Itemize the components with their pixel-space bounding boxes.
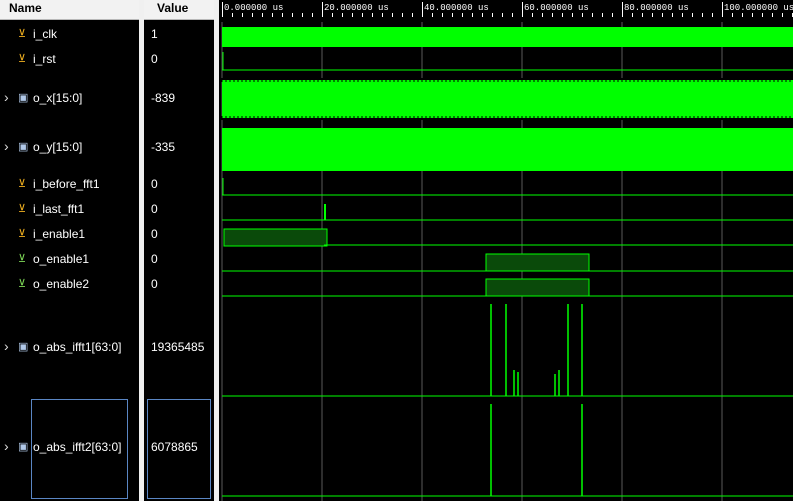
bit-input-icon: ⊻ [18, 53, 27, 65]
bit-input-icon: ⊻ [18, 178, 27, 190]
signal-value: 0 [151, 202, 158, 216]
signal-name: o_enable1 [33, 252, 90, 266]
ruler-label: 100.000000 us [724, 3, 793, 13]
name-selection-box [31, 399, 128, 499]
signal-value: 0 [151, 252, 158, 266]
bus-icon: ▣ [18, 341, 29, 353]
column-header-value[interactable]: Value [144, 0, 214, 20]
signal-value: 0 [151, 52, 158, 66]
bus-icon: ▣ [18, 441, 29, 453]
bus-icon: ▣ [18, 141, 29, 153]
signal-value: 1 [151, 27, 158, 41]
bit-output-icon: ⊻ [18, 253, 27, 265]
signal-name: i_enable1 [33, 227, 86, 241]
column-header-name-label: Name [9, 1, 42, 15]
signal-value: 0 [151, 277, 158, 291]
signal-name: i_clk [33, 27, 58, 41]
ruler-label: 0.000000 us [224, 3, 283, 13]
expand-chevron-icon[interactable]: › [4, 138, 9, 154]
signal-value: 19365485 [151, 340, 205, 354]
ruler-label: 40.000000 us [424, 3, 489, 13]
bit-input-icon: ⊻ [18, 28, 27, 40]
ruler-label: 60.000000 us [524, 3, 589, 13]
signal-name: o_enable2 [33, 277, 90, 291]
signal-value: 0 [151, 177, 158, 191]
signal-name: i_rst [33, 52, 56, 66]
signal-name: o_x[15:0] [33, 91, 83, 105]
ox-wave [222, 80, 793, 118]
signal-name: o_abs_ifft1[63:0] [33, 340, 122, 354]
oenable1-pulse [485, 253, 590, 272]
signal-value: 0 [151, 227, 158, 241]
signal-name: o_y[15:0] [33, 140, 83, 154]
expand-chevron-icon[interactable]: › [4, 438, 9, 454]
oenable2-pulse [485, 278, 590, 297]
value-selection-box [147, 399, 211, 499]
bit-input-icon: ⊻ [18, 203, 27, 215]
ruler-label: 20.000000 us [324, 3, 389, 13]
oy-wave [222, 128, 793, 171]
signal-name: i_last_fft1 [33, 202, 85, 216]
ruler-label: 80.000000 us [624, 3, 689, 13]
enable1-pulse [223, 228, 328, 247]
signal-name: i_before_fft1 [33, 177, 100, 191]
bit-input-icon: ⊻ [18, 228, 27, 240]
signal-value: -335 [151, 140, 176, 154]
clk-wave [222, 27, 793, 47]
bit-output-icon: ⊻ [18, 278, 27, 290]
bus-icon: ▣ [18, 92, 29, 104]
column-header-value-label: Value [157, 1, 189, 15]
signal-value: -839 [151, 91, 176, 105]
expand-chevron-icon[interactable]: › [4, 338, 9, 354]
expand-chevron-icon[interactable]: › [4, 89, 9, 105]
column-header-name[interactable]: Name [0, 0, 139, 20]
waveform-canvas[interactable]: 0.000000 us 20.000000 us 40.000000 us 60.00… [219, 0, 793, 501]
